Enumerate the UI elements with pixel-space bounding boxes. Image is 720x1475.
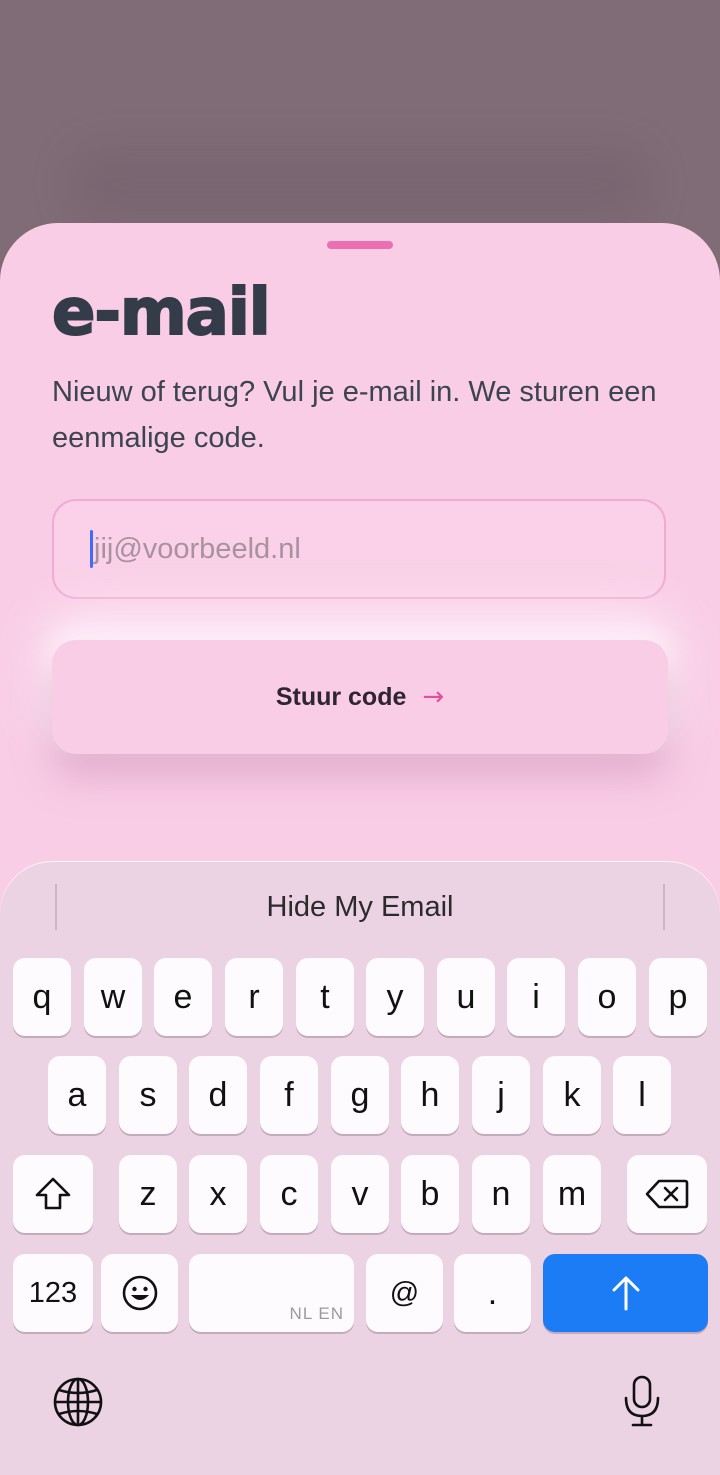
at-key[interactable]: @: [366, 1254, 443, 1332]
send-key[interactable]: [543, 1254, 708, 1332]
key-d[interactable]: d: [189, 1056, 247, 1134]
emoji-key[interactable]: [101, 1254, 178, 1332]
suggestion-divider: [663, 884, 665, 930]
key-s[interactable]: s: [119, 1056, 177, 1134]
language-hint: NL EN: [289, 1304, 344, 1323]
suggestion-divider: [55, 884, 57, 930]
key-i[interactable]: i: [507, 958, 565, 1036]
key-j[interactable]: j: [472, 1056, 530, 1134]
key-b[interactable]: b: [401, 1155, 459, 1233]
arrow-right-icon: →: [422, 682, 445, 712]
sheet-description: Nieuw of terug? Vul je e-mail in. We stu…: [52, 376, 657, 454]
globe-icon: [53, 1377, 103, 1427]
key-t[interactable]: t: [296, 958, 354, 1036]
shift-key[interactable]: [13, 1155, 93, 1233]
key-c[interactable]: c: [260, 1155, 318, 1233]
send-code-button[interactable]: Stuur code →: [52, 640, 668, 754]
space-key[interactable]: NL EN: [189, 1254, 354, 1332]
key-k[interactable]: k: [543, 1056, 601, 1134]
send-code-label: Stuur code: [275, 682, 407, 711]
key-n[interactable]: n: [472, 1155, 530, 1233]
key-r[interactable]: r: [225, 958, 283, 1036]
key-u[interactable]: u: [437, 958, 495, 1036]
key-z[interactable]: z: [119, 1155, 177, 1233]
hide-my-email-suggestion[interactable]: Hide My Email: [60, 884, 660, 930]
dictation-key[interactable]: [622, 1374, 662, 1433]
dimmed-background: [0, 0, 720, 260]
microphone-icon: [624, 1375, 660, 1427]
key-a[interactable]: a: [48, 1056, 106, 1134]
globe-key[interactable]: [52, 1376, 104, 1433]
text-caret: [90, 530, 93, 568]
sheet-grabber[interactable]: [327, 241, 393, 249]
arrow-up-icon: [612, 1276, 639, 1311]
emoji-icon: [122, 1275, 157, 1311]
key-v[interactable]: v: [331, 1155, 389, 1233]
on-screen-keyboard: Hide My Email q w e r t y u i o p a s d …: [0, 862, 720, 1475]
key-q[interactable]: q: [13, 958, 71, 1036]
key-y[interactable]: y: [366, 958, 424, 1036]
key-w[interactable]: w: [84, 958, 142, 1036]
blurred-background-text: [70, 150, 650, 220]
dot-key[interactable]: .: [454, 1254, 531, 1332]
key-h[interactable]: h: [401, 1056, 459, 1134]
key-m[interactable]: m: [543, 1155, 601, 1233]
sheet-title: e-mail: [51, 275, 272, 351]
backspace-icon: [645, 1179, 689, 1209]
key-g[interactable]: g: [331, 1056, 389, 1134]
key-f[interactable]: f: [260, 1056, 318, 1134]
numbers-key[interactable]: 123: [13, 1254, 93, 1332]
email-input[interactable]: jij@voorbeeld.nl: [52, 499, 666, 599]
key-l[interactable]: l: [613, 1056, 671, 1134]
key-x[interactable]: x: [189, 1155, 247, 1233]
key-p[interactable]: p: [649, 958, 707, 1036]
email-placeholder: jij@voorbeeld.nl: [94, 532, 301, 565]
key-e[interactable]: e: [154, 958, 212, 1036]
key-o[interactable]: o: [578, 958, 636, 1036]
shift-icon: [35, 1177, 71, 1210]
delete-key[interactable]: [627, 1155, 707, 1233]
